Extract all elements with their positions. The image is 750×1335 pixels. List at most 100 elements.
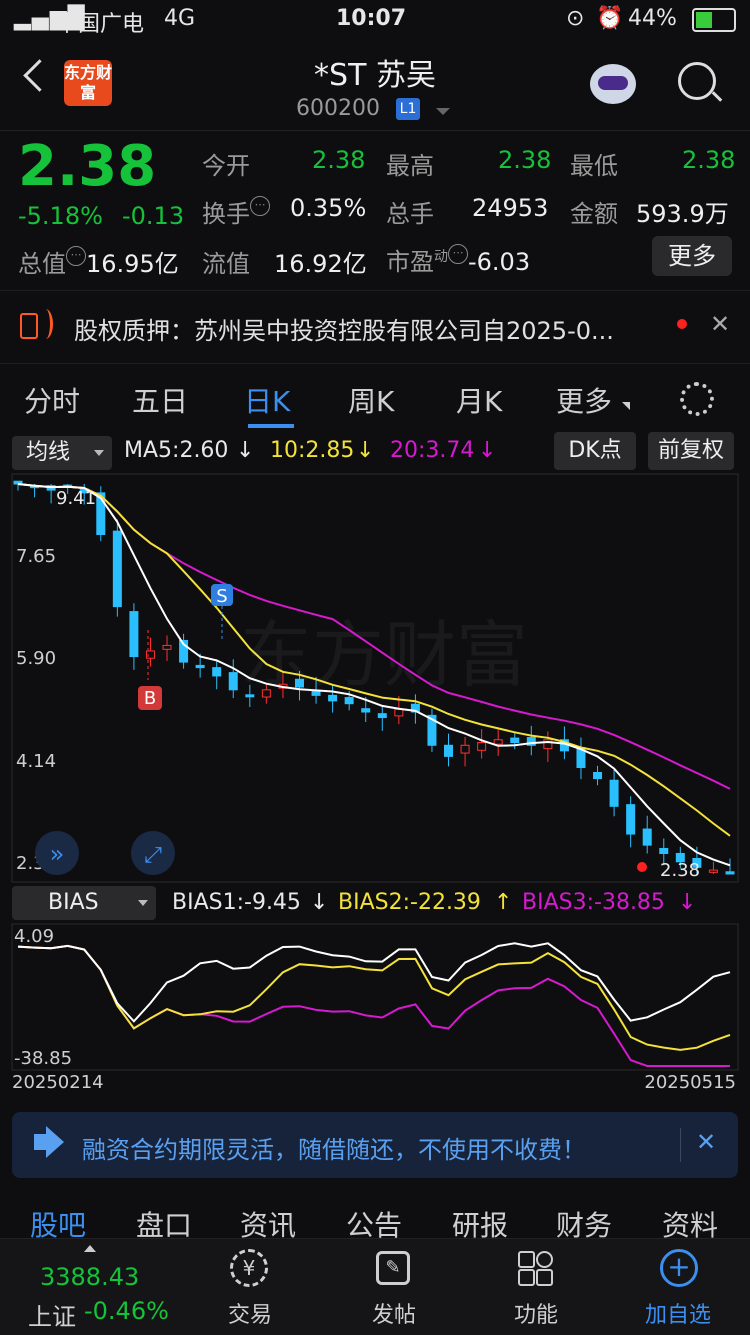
candle[interactable] [725, 871, 735, 875]
candle[interactable] [344, 697, 354, 705]
candle[interactable] [212, 667, 222, 677]
change-amount: -0.13 [122, 202, 185, 230]
carrier: 中国广电 [56, 12, 145, 37]
dk-point-button[interactable]: DK点 [554, 432, 636, 470]
post-icon[interactable]: ✎ [376, 1251, 410, 1285]
low-value: 2.38 [682, 146, 736, 174]
last-price-marker: 2.38 [660, 860, 700, 881]
volume-value: 24953 [472, 194, 549, 222]
buy-marker[interactable]: B [138, 686, 162, 710]
search-icon[interactable] [678, 62, 716, 100]
expand-left-icon[interactable]: » [35, 831, 79, 875]
tab-daily-k[interactable]: 日K [244, 380, 290, 420]
candle[interactable] [245, 694, 255, 698]
bias1-line [17, 942, 731, 1023]
candle[interactable] [294, 678, 304, 688]
ma5-label: MA5:2.60 [124, 438, 229, 463]
chevron-down-icon[interactable] [436, 108, 450, 115]
y-axis-label: 4.14 [16, 751, 56, 772]
close-icon[interactable]: ✕ [696, 1128, 716, 1156]
bias3-line [17, 944, 730, 1067]
index-value[interactable]: 3388.43 [40, 1263, 139, 1291]
nav-functions[interactable]: 功能 [486, 1297, 586, 1329]
bias1-arrow: ↓ [310, 890, 329, 915]
level-badge[interactable]: L1 [396, 98, 420, 120]
trade-icon[interactable]: ¥ [230, 1249, 268, 1287]
candle[interactable] [394, 708, 404, 717]
bias-bottom-label: -38.85 [14, 1048, 72, 1069]
candle[interactable] [129, 611, 139, 658]
float-cap-label: 流值 [202, 250, 250, 278]
network: 4G [164, 6, 196, 31]
apps-icon[interactable] [518, 1251, 554, 1287]
candle[interactable] [228, 672, 238, 691]
candle[interactable] [377, 713, 387, 719]
candle[interactable] [593, 771, 603, 780]
market-cap: 总值 ⋯ 16.95亿 [18, 244, 179, 279]
candle[interactable] [195, 664, 205, 669]
tab-intraday[interactable]: 分时 [24, 380, 80, 420]
tab-five-day[interactable]: 五日 [132, 380, 188, 420]
gear-icon[interactable] [680, 382, 714, 416]
bias-top-label: 4.09 [14, 926, 54, 947]
info-icon[interactable]: ⋯ [448, 244, 468, 264]
ma10-label: 10:2.85 [270, 438, 355, 463]
candle[interactable] [642, 828, 652, 846]
tab-monthly-k[interactable]: 月K [456, 380, 502, 420]
promo-banner[interactable]: 融资合约期限灵活，随借随还，不使用不收费！ ✕ [12, 1112, 738, 1178]
fullscreen-icon[interactable]: ⤢ [131, 831, 175, 875]
assistant-robot-icon[interactable] [590, 64, 636, 104]
nav-post[interactable]: 发帖 [344, 1297, 444, 1329]
bias-chart[interactable]: 4.09 -38.85 20250214 20250515 [0, 920, 750, 1100]
nav-add-watchlist[interactable]: 加自选 [628, 1297, 728, 1329]
candle[interactable] [477, 742, 487, 751]
ma-selector[interactable]: 均线 [12, 436, 112, 470]
stock-name: *ST 苏吴 [314, 58, 436, 93]
nav-trade[interactable]: 交易 [200, 1297, 300, 1329]
battery-icon [692, 8, 736, 32]
k-line-chart[interactable]: 东方财富 7.655.904.142.38 S B 9.41 2.38 » ⤢ [0, 470, 750, 885]
news-ticker[interactable]: 股权质押：苏州吴中投资控股有限公司自2025-0... [0, 290, 750, 364]
candle[interactable] [659, 847, 669, 854]
market-cap-label: 总值 [18, 250, 66, 278]
divider [680, 1128, 681, 1162]
candle[interactable] [261, 689, 271, 698]
candle[interactable] [609, 779, 619, 807]
candle[interactable] [444, 744, 454, 757]
bias3-label: BIAS3:-38.85 [522, 890, 665, 915]
candle[interactable] [708, 869, 718, 873]
candle[interactable] [626, 804, 636, 835]
turnover-label: 换手 [202, 200, 250, 228]
candle[interactable] [493, 739, 503, 745]
quote-panel: 2.38 -5.18% -0.13 总值 ⋯ 16.95亿 今开 2.38 最高 2… [0, 130, 750, 290]
y-axis-label: 5.90 [16, 648, 56, 669]
info-tabs: 股吧 盘口 资讯 公告 研报 财务 资料 [0, 1190, 750, 1242]
candle[interactable] [510, 737, 520, 744]
megaphone-cone-icon [46, 1126, 64, 1158]
candle[interactable] [112, 530, 122, 608]
candle[interactable] [328, 694, 338, 702]
index-name[interactable]: 上证 [28, 1297, 76, 1332]
candle[interactable] [361, 708, 371, 713]
promo-text[interactable]: 融资合约期限灵活，随借随还，不使用不收费！ [82, 1130, 586, 1165]
adjust-button[interactable]: 前复权 [648, 432, 734, 470]
news-text[interactable]: 股权质押：苏州吴中投资控股有限公司自2025-0... [74, 311, 614, 346]
bias-selector[interactable]: BIAS [12, 886, 156, 920]
add-icon[interactable]: + [660, 1249, 698, 1287]
high-label: 最高 [386, 152, 434, 180]
candle[interactable] [162, 644, 172, 650]
sell-marker[interactable]: S [211, 584, 233, 607]
caret-icon [622, 402, 630, 410]
candle[interactable] [460, 744, 470, 754]
tab-more[interactable]: 更多 [556, 380, 612, 420]
info-icon[interactable]: ⋯ [66, 246, 86, 266]
tab-weekly-k[interactable]: 周K [348, 380, 394, 420]
battery-percent: 44% [628, 6, 677, 31]
close-icon[interactable]: ✕ [710, 310, 730, 338]
caret-up-icon [84, 1245, 96, 1252]
index-change[interactable]: -0.46% [84, 1297, 169, 1325]
alarm-icon: ⏰ [596, 6, 624, 31]
more-button[interactable]: 更多 [652, 236, 732, 276]
svg-text:»: » [50, 840, 65, 868]
info-icon[interactable]: ⋯ [250, 196, 270, 216]
